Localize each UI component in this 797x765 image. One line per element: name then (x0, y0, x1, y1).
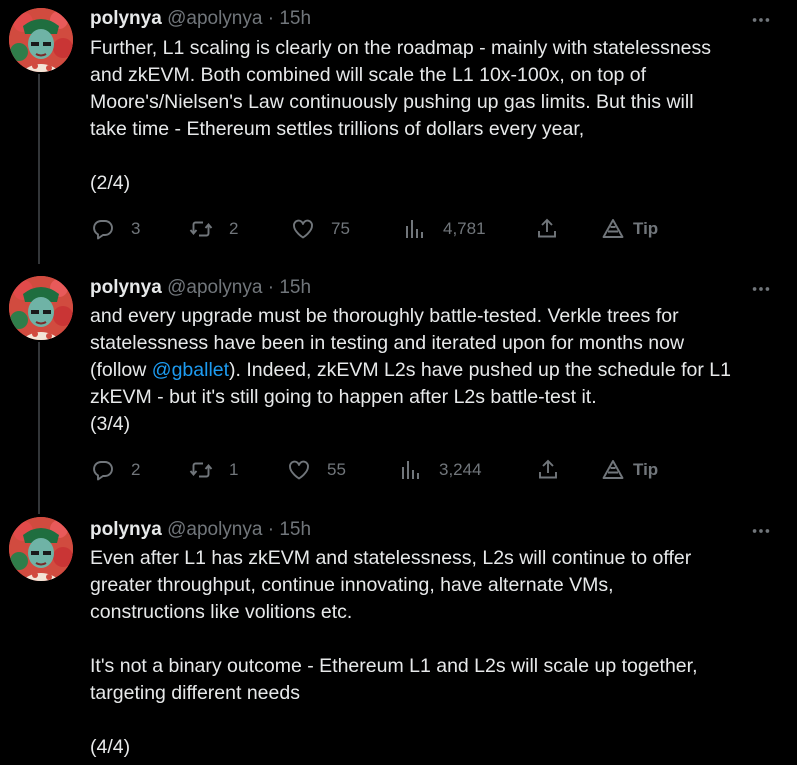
repost-icon (189, 458, 213, 482)
views-icon (399, 458, 423, 482)
tip-label: Tip (633, 460, 659, 479)
share-button[interactable] (535, 217, 559, 241)
tweet-line: and zkEVM. Both combined will scale the … (90, 64, 647, 86)
tweet-line: constructions like volitions etc. (90, 601, 353, 623)
tip-label: Tip (633, 219, 659, 238)
share-button[interactable] (536, 458, 560, 482)
tweet-line: (2/4) (90, 172, 131, 194)
tweet-text: Even after L1 has zkEVM and statelessnes… (90, 545, 780, 761)
repost-icon (189, 217, 213, 241)
tweet-line: Moore's/Nielsen's Law continuously pushi… (90, 91, 694, 113)
repost-count: 2 (229, 219, 239, 238)
avatar[interactable] (9, 8, 73, 72)
tweet-line (90, 626, 780, 653)
share-icon (535, 217, 559, 241)
tweet-line: (3/4) (90, 413, 131, 435)
tweet-line: Further, L1 scaling is clearly on the ro… (90, 37, 712, 59)
tweet-text-fragment: (follow (90, 359, 152, 381)
timestamp[interactable]: 15h (279, 8, 311, 29)
tweet-line: greater throughput, continue innovating,… (90, 574, 614, 596)
like-button[interactable]: 75 (291, 217, 350, 241)
timestamp[interactable]: 15h (279, 519, 311, 540)
views-button[interactable]: 3,244 (399, 458, 482, 482)
tweet-line: (follow @gballet). Indeed, zkEVM L2s hav… (90, 357, 780, 384)
like-count: 55 (327, 460, 346, 479)
separator: · (267, 519, 275, 540)
handle[interactable]: @apolynya (167, 8, 262, 29)
tweet-header: polynya @apolynya · 15h (90, 8, 311, 30)
tweet-text: Further, L1 scaling is clearly on the ro… (90, 35, 780, 197)
like-count: 75 (331, 219, 350, 238)
reply-count: 2 (131, 460, 141, 479)
avatar[interactable] (9, 276, 73, 340)
tweet-line (90, 143, 780, 170)
tip-icon (601, 217, 625, 241)
handle[interactable]: @apolynya (167, 277, 262, 298)
handle[interactable]: @apolynya (167, 519, 262, 540)
display-name[interactable]: polynya (90, 519, 162, 540)
action-bar: 2 1 55 3,244 Tip (88, 458, 668, 482)
tweet-line: It's not a binary outcome - Ethereum L1 … (90, 655, 698, 677)
share-icon (536, 458, 560, 482)
views-icon (403, 217, 427, 241)
action-bar: 3 2 75 4,781 Tip (88, 217, 668, 241)
reply-button[interactable]: 2 (91, 458, 140, 482)
thread-line (38, 74, 40, 264)
views-button[interactable]: 4,781 (403, 217, 486, 241)
more-options-button[interactable] (750, 9, 772, 31)
repost-button[interactable]: 2 (189, 217, 238, 241)
more-options-button[interactable] (750, 520, 772, 542)
repost-button[interactable]: 1 (189, 458, 238, 482)
tweet-text-fragment: ). Indeed, zkEVM L2s have pushed up the … (229, 359, 731, 381)
repost-count: 1 (229, 460, 239, 479)
tweet-line: (4/4) (90, 736, 131, 758)
tweet-line: Even after L1 has zkEVM and statelessnes… (90, 547, 692, 569)
timestamp[interactable]: 15h (279, 277, 311, 298)
tweet-line: and every upgrade must be thoroughly bat… (90, 305, 679, 327)
views-count: 4,781 (443, 219, 486, 238)
tweet-line: take time - Ethereum settles trillions o… (90, 118, 585, 140)
tip-button[interactable]: Tip (601, 217, 658, 241)
mention-link[interactable]: @gballet (152, 359, 229, 381)
views-count: 3,244 (439, 460, 482, 479)
tip-button[interactable]: Tip (601, 458, 658, 482)
separator: · (267, 8, 275, 29)
thread-line (38, 342, 40, 514)
more-icon (750, 9, 772, 31)
like-button[interactable]: 55 (287, 458, 346, 482)
more-icon (750, 278, 772, 300)
tweet-line: zkEVM - but it's still going to happen a… (90, 386, 597, 408)
more-icon (750, 520, 772, 542)
reply-count: 3 (131, 219, 141, 238)
separator: · (267, 277, 275, 298)
like-icon (291, 217, 315, 241)
tweet-line (90, 707, 780, 734)
tweet-line: targeting different needs (90, 682, 300, 704)
display-name[interactable]: polynya (90, 8, 162, 29)
like-icon (287, 458, 311, 482)
avatar[interactable] (9, 517, 73, 581)
reply-icon (91, 458, 115, 482)
tweet-header: polynya @apolynya · 15h (90, 277, 311, 299)
tweet-text: and every upgrade must be thoroughly bat… (90, 303, 780, 438)
tip-icon (601, 458, 625, 482)
reply-icon (91, 217, 115, 241)
tweet-line: statelessness have been in testing and i… (90, 332, 685, 354)
tweet-header: polynya @apolynya · 15h (90, 519, 311, 541)
display-name[interactable]: polynya (90, 277, 162, 298)
reply-button[interactable]: 3 (91, 217, 140, 241)
more-options-button[interactable] (750, 278, 772, 300)
